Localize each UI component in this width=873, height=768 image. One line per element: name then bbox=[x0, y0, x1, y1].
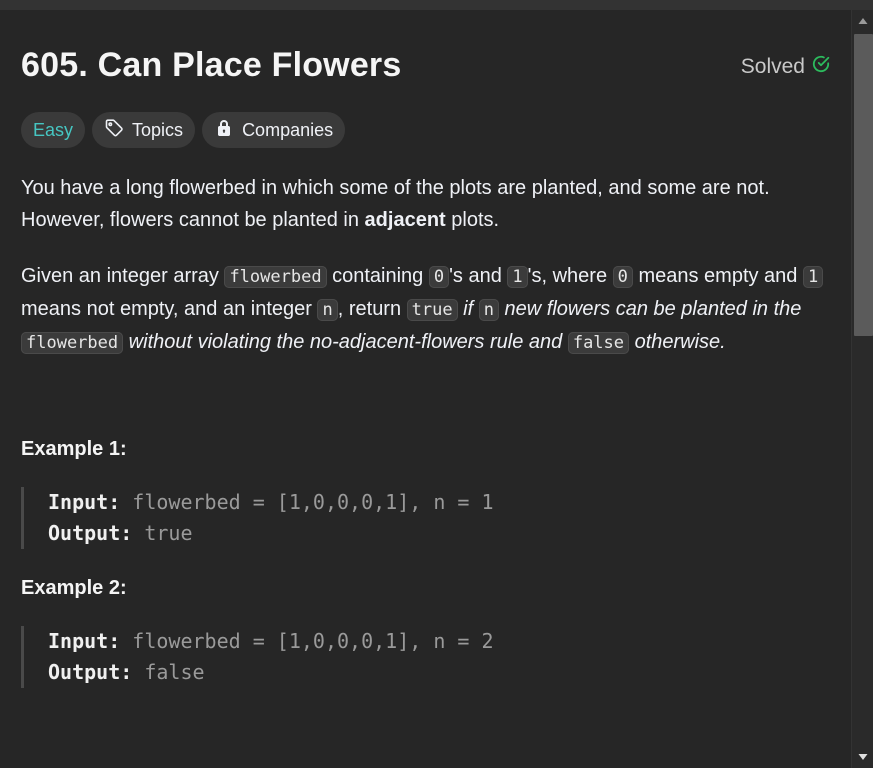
description-italic-text: if bbox=[457, 298, 479, 320]
inline-code: 0 bbox=[428, 266, 450, 288]
topics-label: Topics bbox=[132, 119, 184, 140]
companies-button[interactable]: Companies bbox=[202, 112, 346, 148]
output-label: Output: bbox=[48, 660, 133, 684]
inline-code: flowerbed bbox=[21, 332, 124, 354]
check-circle-icon bbox=[811, 54, 831, 80]
output-value: true bbox=[132, 521, 193, 545]
tag-icon bbox=[104, 118, 124, 143]
description-text: Given an integer array bbox=[21, 265, 225, 287]
inline-code: true bbox=[406, 299, 458, 321]
difficulty-label: Easy bbox=[33, 119, 74, 140]
inline-code: 1 bbox=[507, 266, 528, 288]
scroll-down-button[interactable] bbox=[852, 746, 873, 768]
description-text: containing bbox=[326, 265, 429, 287]
inline-code: false bbox=[567, 332, 630, 354]
example-2-block: Input: flowerbed = [1,0,0,0,1], n = 2 Ou… bbox=[21, 626, 801, 688]
inline-code: flowerbed bbox=[224, 266, 327, 288]
title-row: 605. Can Place Flowers Solved bbox=[21, 46, 831, 90]
example-1-title: Example 1: bbox=[21, 438, 127, 460]
example-input-line: Input: flowerbed = [1,0,0,0,1], n = 2 bbox=[48, 626, 801, 657]
output-value: false bbox=[132, 660, 205, 684]
lock-icon bbox=[214, 118, 234, 143]
example-input-line: Input: flowerbed = [1,0,0,0,1], n = 1 bbox=[48, 487, 801, 518]
scroll-up-button[interactable] bbox=[852, 10, 873, 32]
description-text: , return bbox=[337, 298, 407, 320]
description-paragraph-1: You have a long flowerbed in which some … bbox=[21, 172, 831, 236]
input-value: flowerbed = [1,0,0,0,1], n = 2 bbox=[120, 629, 494, 653]
input-value: flowerbed = [1,0,0,0,1], n = 1 bbox=[120, 490, 494, 514]
description-text: 's and bbox=[449, 265, 508, 287]
description-text: means not empty, and an integer bbox=[21, 298, 318, 320]
description-text: 's, where bbox=[527, 265, 613, 287]
description-italic-text: without violating the no-adjacent-flower… bbox=[123, 331, 568, 353]
description-paragraph-2: Given an integer array flowerbed contain… bbox=[21, 260, 831, 359]
companies-label: Companies bbox=[242, 119, 334, 140]
difficulty-badge: Easy bbox=[21, 112, 86, 148]
inline-code: 0 bbox=[612, 266, 633, 288]
description-italic-text: otherwise. bbox=[629, 331, 726, 353]
input-label: Input: bbox=[48, 629, 121, 653]
description-bold-text: adjacent bbox=[364, 209, 446, 231]
scroll-thumb[interactable] bbox=[854, 34, 873, 336]
problem-title: 605. Can Place Flowers bbox=[21, 46, 402, 84]
solved-status: Solved bbox=[741, 54, 831, 80]
description-text: means empty and bbox=[632, 265, 803, 287]
output-label: Output: bbox=[48, 521, 133, 545]
topics-button[interactable]: Topics bbox=[92, 112, 196, 148]
description-text: plots. bbox=[445, 209, 500, 231]
description-italic-text: new flowers can be planted in the bbox=[498, 298, 802, 320]
input-label: Input: bbox=[48, 490, 121, 514]
example-output-line: Output: true bbox=[48, 518, 801, 549]
inline-code: n bbox=[317, 299, 338, 321]
triangle-down-icon bbox=[858, 754, 868, 760]
inline-code: 1 bbox=[802, 266, 824, 288]
vertical-scrollbar[interactable] bbox=[851, 10, 873, 768]
example-output-line: Output: false bbox=[48, 657, 801, 688]
tag-row: Easy Topics Companies bbox=[21, 112, 346, 148]
example-2-title: Example 2: bbox=[21, 577, 127, 599]
triangle-up-icon bbox=[858, 18, 868, 24]
solved-label: Solved bbox=[740, 55, 805, 78]
top-bar bbox=[0, 0, 873, 10]
inline-code: n bbox=[478, 299, 499, 321]
example-1-block: Input: flowerbed = [1,0,0,0,1], n = 1 Ou… bbox=[21, 487, 801, 549]
